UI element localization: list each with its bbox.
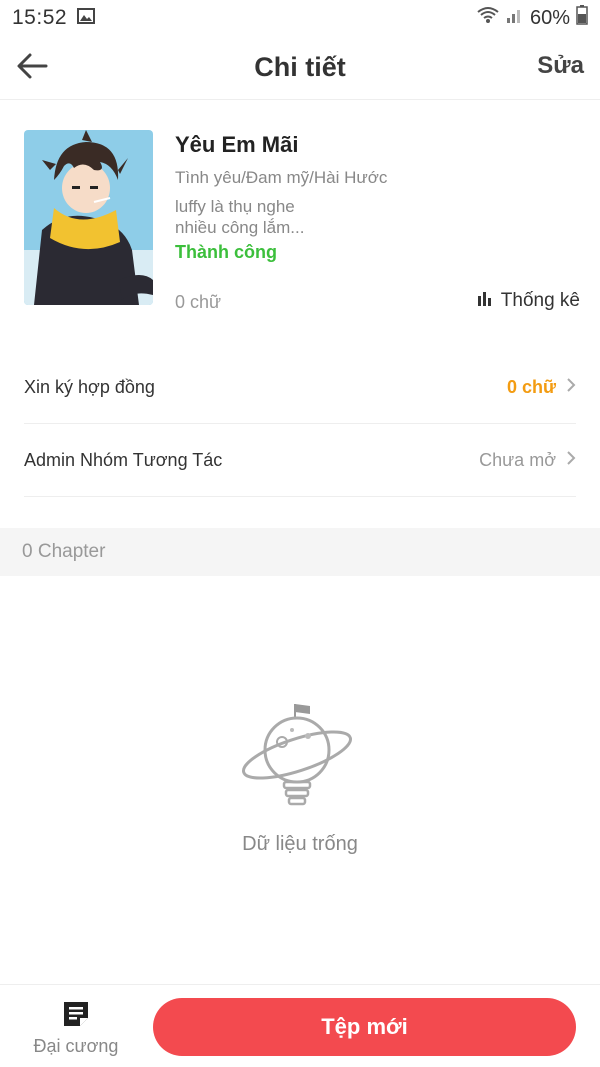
contract-right: 0 chữ — [507, 377, 576, 398]
new-chapter-button[interactable]: Tệp mới — [153, 998, 576, 1056]
book-description-line-1: luffy là thụ nghe — [175, 197, 295, 216]
book-title: Yêu Em Mãi — [175, 132, 299, 157]
admin-group-value: Chưa mở — [479, 450, 556, 470]
book-description: luffy là thụ nghe nhiều công lắm... — [175, 196, 375, 238]
planet-bulb-icon — [240, 700, 360, 817]
book-genre: Tình yêu/Đam mỹ/Hài Hước — [175, 168, 388, 187]
chapter-count-bar: 0 Chapter — [0, 528, 600, 576]
chevron-right-icon — [566, 450, 576, 471]
image-icon — [77, 7, 96, 30]
contract-value: 0 chữ — [506, 377, 556, 397]
admin-group-label: Admin Nhóm Tương Tác — [24, 450, 223, 470]
battery-percent: 60% — [529, 6, 570, 29]
book-word-count: 0 chữ — [175, 292, 222, 312]
outline-button[interactable]: Đại cương — [28, 999, 124, 1057]
status-bar: 15:52 60% — [0, 0, 600, 36]
empty-state: Dữ liệu trống — [0, 700, 600, 856]
book-cover[interactable] — [24, 130, 153, 305]
outline-label: Đại cương — [33, 1036, 119, 1056]
contract-label: Xin ký hợp đồng — [24, 377, 155, 397]
book-info: Yêu Em Mãi Tình yêu/Đam mỹ/Hài Hước luff… — [24, 130, 580, 312]
app-header: Chi tiết Sửa — [0, 36, 600, 100]
admin-group-row[interactable]: Admin Nhóm Tương Tác Chưa mở — [24, 425, 576, 497]
empty-state-text: Dữ liệu trống — [242, 833, 358, 855]
wifi-icon — [476, 6, 500, 30]
new-chapter-label: Tệp mới — [321, 1014, 408, 1039]
page-title: Chi tiết — [254, 52, 346, 82]
arrow-left-icon — [16, 52, 48, 85]
back-button[interactable] — [14, 50, 50, 86]
book-description-line-2: nhiều công lắm... — [175, 218, 305, 237]
status-left: 15:52 — [12, 6, 96, 30]
bar-chart-icon — [477, 290, 493, 312]
book-status: Thành công — [175, 242, 277, 262]
chevron-right-icon — [566, 377, 576, 398]
status-time: 15:52 — [12, 6, 68, 29]
battery-icon — [576, 5, 588, 31]
stats-button[interactable]: Thống kê — [477, 290, 580, 312]
stats-label: Thống kê — [500, 290, 580, 311]
status-right: 60% — [476, 5, 588, 31]
signal-icon — [506, 6, 524, 30]
bottom-bar: Đại cương Tệp mới — [0, 984, 600, 1067]
chapter-count: 0 Chapter — [22, 541, 106, 562]
contract-row[interactable]: Xin ký hợp đồng 0 chữ — [24, 352, 576, 424]
document-icon — [61, 999, 91, 1034]
edit-button[interactable]: Sửa — [537, 52, 584, 80]
admin-group-right: Chưa mở — [479, 450, 576, 471]
